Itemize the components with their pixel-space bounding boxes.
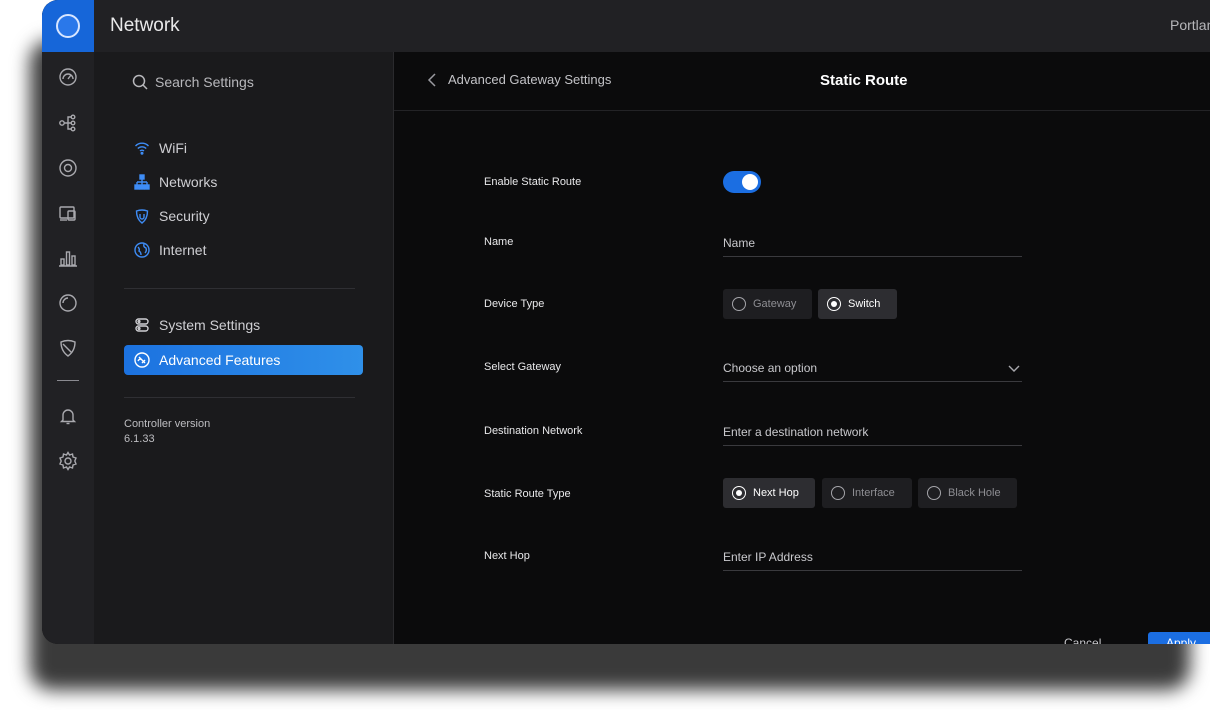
name-label: Name (484, 236, 514, 248)
logo-icon (56, 14, 80, 38)
radio-label: Next Hop (753, 487, 799, 499)
settings-panel: Search Settings WiFi Networks Security I… (94, 52, 394, 644)
route-type-next-hop-radio[interactable]: Next Hop (723, 478, 815, 508)
select-gateway-label: Select Gateway (484, 361, 562, 373)
nav-item-wifi[interactable]: WiFi (124, 133, 363, 163)
name-input-placeholder: Name (723, 235, 756, 250)
radio-label: Black Hole (948, 487, 1001, 499)
next-hop-label: Next Hop (484, 550, 530, 562)
destination-network-placeholder: Enter a destination network (723, 424, 869, 439)
search-placeholder: Search Settings (155, 74, 254, 90)
nav-item-security[interactable]: Security (124, 201, 363, 231)
controller-version-value: 6.1.33 (124, 433, 155, 445)
page-title: Static Route (820, 72, 908, 89)
system-settings-icon (134, 317, 150, 333)
ubiquiti-logo[interactable] (42, 0, 94, 52)
route-type-interface-radio[interactable]: Interface (822, 478, 912, 508)
radio-label: Interface (852, 487, 895, 499)
app-title: Network (110, 15, 180, 36)
networks-icon (134, 174, 150, 190)
chevron-left-icon (427, 72, 436, 87)
topology-icon[interactable] (56, 111, 80, 135)
apply-button[interactable]: Apply (1148, 632, 1210, 644)
nav-item-networks[interactable]: Networks (124, 167, 363, 197)
cancel-button[interactable]: Cancel (1064, 636, 1101, 644)
content-area: Advanced Gateway Settings Static Route E… (394, 52, 1210, 644)
static-route-type-label: Static Route Type (484, 488, 571, 500)
destination-network-input[interactable]: Enter a destination network (723, 418, 1022, 446)
radio-circle-icon (732, 297, 746, 311)
app-window: Network Portland (42, 0, 1210, 644)
search-icon (132, 74, 148, 90)
enable-static-route-toggle[interactable] (723, 171, 761, 193)
dashboard-icon[interactable] (56, 65, 80, 89)
radio-circle-icon (927, 486, 941, 500)
icon-rail (42, 52, 94, 644)
toggle-knob (742, 174, 758, 190)
nav-item-internet[interactable]: Internet (124, 235, 363, 265)
insights-icon[interactable] (56, 291, 80, 315)
destination-network-label: Destination Network (484, 425, 583, 437)
top-bar: Network Portland (42, 0, 1210, 52)
back-link[interactable]: Advanced Gateway Settings (426, 72, 611, 87)
enable-static-route-label: Enable Static Route (484, 176, 582, 188)
controller-version-label: Controller version (124, 418, 211, 430)
search-settings[interactable]: Search Settings (132, 72, 254, 92)
radio-label: Gateway (753, 298, 797, 310)
threat-management-icon[interactable] (56, 336, 80, 360)
radio-circle-selected-icon (827, 297, 841, 311)
clients-icon[interactable] (56, 201, 80, 225)
alerts-icon[interactable] (56, 404, 80, 428)
internet-icon (134, 242, 150, 258)
name-input[interactable]: Name (723, 229, 1022, 257)
select-gateway-dropdown[interactable]: Choose an option (723, 354, 1022, 382)
rail-divider (57, 380, 79, 381)
content-header: Advanced Gateway Settings Static Route (394, 52, 1210, 111)
device-type-switch-radio[interactable]: Switch (818, 289, 897, 319)
nav-item-label: Advanced Features (159, 352, 281, 368)
panel-divider (124, 288, 355, 289)
nav-item-label: Networks (159, 174, 218, 190)
nav-item-advanced-features[interactable]: Advanced Features (124, 345, 363, 375)
nav-item-label: Internet (159, 242, 207, 258)
statistics-icon[interactable] (56, 246, 80, 270)
nav-item-label: WiFi (159, 140, 187, 156)
route-type-black-hole-radio[interactable]: Black Hole (918, 478, 1017, 508)
settings-icon[interactable] (56, 449, 80, 473)
radio-circle-selected-icon (732, 486, 746, 500)
nav-item-label: System Settings (159, 317, 261, 333)
device-type-gateway-radio[interactable]: Gateway (723, 289, 812, 319)
chevron-down-icon (1008, 362, 1020, 374)
back-link-label: Advanced Gateway Settings (448, 72, 612, 87)
devices-icon[interactable] (56, 156, 80, 180)
device-type-label: Device Type (484, 298, 545, 310)
nav-item-system-settings[interactable]: System Settings (124, 310, 363, 340)
security-icon (134, 208, 150, 224)
radio-circle-icon (831, 486, 845, 500)
next-hop-input[interactable]: Enter IP Address (723, 543, 1022, 571)
select-gateway-placeholder: Choose an option (723, 360, 818, 375)
wifi-icon (134, 140, 150, 156)
radio-label: Switch (848, 298, 881, 310)
nav-item-label: Security (159, 208, 210, 224)
advanced-features-icon (134, 352, 150, 368)
panel-divider (124, 397, 355, 398)
site-name[interactable]: Portland (1170, 17, 1210, 33)
next-hop-placeholder: Enter IP Address (723, 549, 813, 564)
